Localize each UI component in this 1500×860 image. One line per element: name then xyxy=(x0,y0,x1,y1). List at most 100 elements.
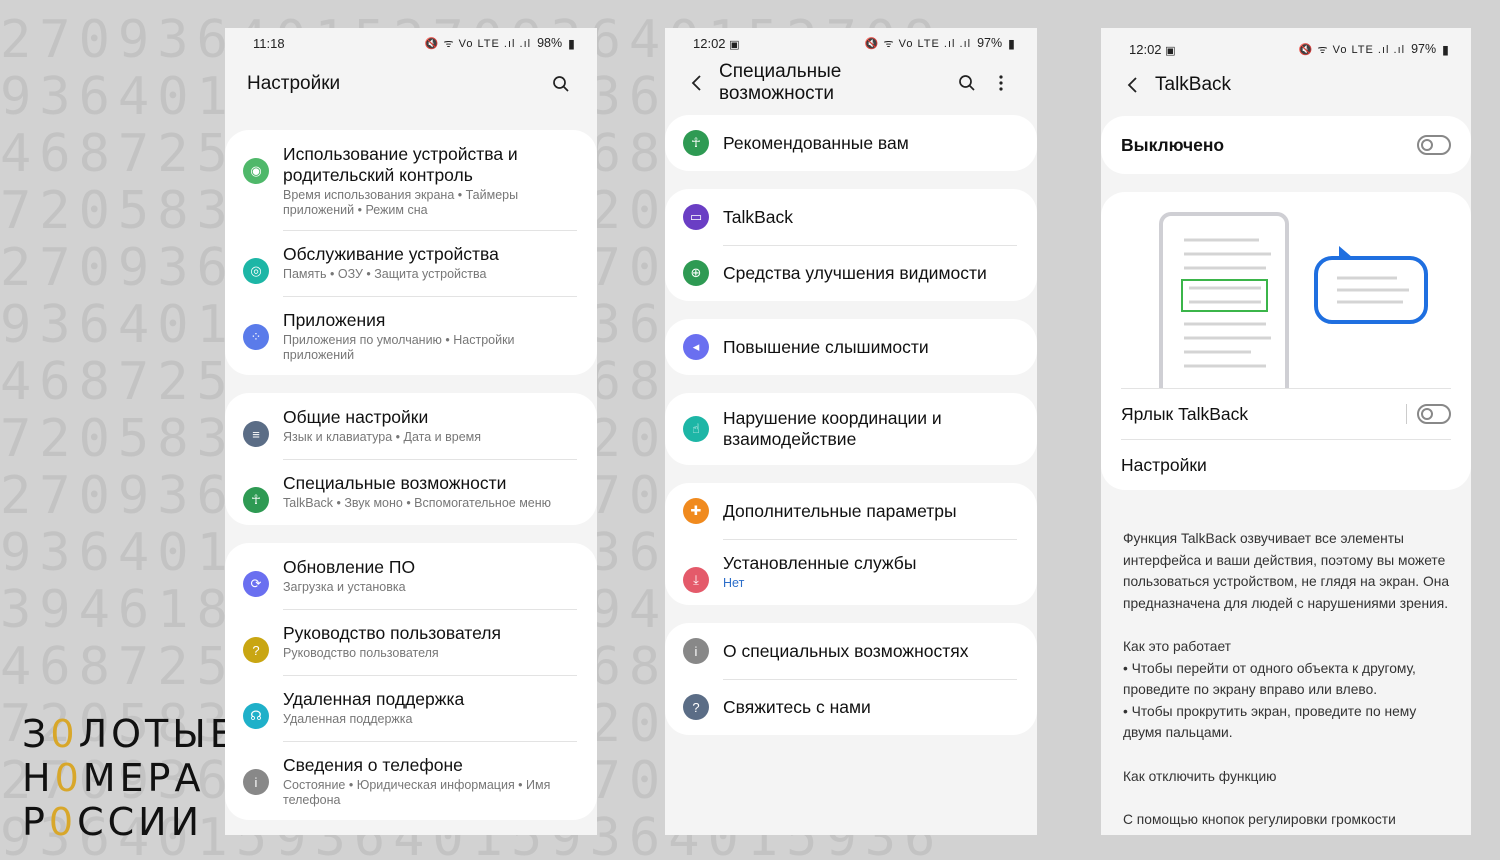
talkback-illustration xyxy=(1101,192,1471,406)
settings-item[interactable]: ⁘ Приложения Приложения по умолчанию • Нас… xyxy=(225,296,597,375)
settings-group: ≡ Общие настройки Язык и клавиатура • Дата… xyxy=(225,393,597,525)
recommended-icon: ☥ xyxy=(683,130,709,156)
settings-item[interactable]: ? Руководство пользователя Руководство пол… xyxy=(225,609,597,675)
item-subtitle: Время использования экрана • Таймеры при… xyxy=(283,188,519,217)
talkback-card: Ярлык TalkBack Настройки xyxy=(1101,192,1471,490)
settings-group: ☝ Нарушение координации и взаимодействие xyxy=(665,393,1037,465)
interaction-icon: ☝ xyxy=(683,416,709,442)
description-paragraph: Как отключить функцию xyxy=(1123,768,1277,784)
back-arrow-icon[interactable] xyxy=(1119,72,1145,98)
settings-item[interactable]: i О специальных возможностях xyxy=(665,623,1037,679)
item-title: Свяжитесь с нами xyxy=(723,696,871,717)
switch-label: Выключено xyxy=(1121,134,1225,155)
settings-item[interactable]: ◉ Использование устройства и родительский… xyxy=(225,130,597,230)
back-arrow-icon[interactable] xyxy=(683,70,709,96)
settings-item[interactable]: ⟳ Обновление ПО Загрузка и установка xyxy=(225,543,597,609)
settings-group: ▭ TalkBack ⊕ Средства улучшения видимости xyxy=(665,189,1037,301)
accessibility-icon: ☥ xyxy=(243,487,269,513)
about-icon: i xyxy=(683,638,709,664)
item-title: Повышение слышимости xyxy=(723,336,929,357)
talkback-screen: 12:02 ▣ 🔇 ᯤ Vo LTE .ıl .ıl 97% ▮ TalkBac… xyxy=(1101,28,1471,835)
item-title: TalkBack xyxy=(723,206,794,227)
item-title: Руководство пользователя xyxy=(283,623,501,643)
battery-level: 98% xyxy=(537,36,563,50)
settings-item[interactable]: ? Свяжитесь с нами xyxy=(665,679,1037,735)
settings-item[interactable]: ⤓ Установленные службы Нет xyxy=(665,539,1037,605)
battery-level: 97% xyxy=(977,36,1003,50)
page-title: Специальные возможности xyxy=(719,61,842,104)
settings-group: ☥ Рекомендованные вам xyxy=(665,115,1037,171)
item-title: Приложения xyxy=(283,310,386,330)
status-icons: 🔇 ᯤ Vo LTE .ıl .ıl xyxy=(1298,43,1406,56)
battery-icon: ▮ xyxy=(1008,36,1015,51)
settings-group: ◉ Использование устройства и родительский… xyxy=(225,130,597,375)
settings-item[interactable]: ⊕ Средства улучшения видимости xyxy=(665,245,1037,301)
item-subtitle: Язык и клавиатура • Дата и время xyxy=(283,430,482,444)
installed-services-icon: ⤓ xyxy=(683,567,709,593)
general-settings-icon: ≡ xyxy=(243,421,269,447)
item-subtitle: Загрузка и установка xyxy=(283,580,406,594)
item-title: Нарушение координации и взаимодействие xyxy=(723,408,942,449)
item-title: Специальные возможности xyxy=(283,473,507,493)
settings-item[interactable]: ✚ Дополнительные параметры xyxy=(665,483,1037,539)
item-subtitle: Состояние • Юридическая информация • Имя… xyxy=(283,778,551,807)
item-title: Установленные службы xyxy=(723,553,917,573)
talkback-settings-row[interactable]: Настройки xyxy=(1101,440,1471,490)
item-subtitle: Приложения по умолчанию • Настройки прил… xyxy=(283,333,515,362)
settings-item[interactable]: ◎ Обслуживание устройства Память • ОЗУ • З… xyxy=(225,230,597,296)
item-title: Общие настройки xyxy=(283,407,429,427)
contact-icon: ? xyxy=(683,694,709,720)
status-time: 12:02 xyxy=(693,35,726,51)
search-icon[interactable] xyxy=(547,70,575,98)
talkback-master-switch[interactable]: Выключено xyxy=(1101,116,1471,174)
settings-item[interactable]: ☥ Рекомендованные вам xyxy=(665,115,1037,171)
logo: З0ЛОТЫЕ Н0МЕРА Р0ССИИ xyxy=(22,712,238,844)
wellbeing-icon: ◉ xyxy=(243,158,269,184)
remote-support-icon: ☊ xyxy=(243,703,269,729)
more-options-icon[interactable] xyxy=(987,69,1015,97)
battery-icon: ▮ xyxy=(1442,42,1449,57)
search-icon[interactable] xyxy=(953,69,981,97)
talkback-toggle[interactable] xyxy=(1417,135,1451,155)
settings-label: Настройки xyxy=(1121,454,1207,475)
item-subtitle: Руководство пользователя xyxy=(283,646,439,660)
settings-item[interactable]: ◂ Повышение слышимости xyxy=(665,319,1037,375)
shortcut-toggle[interactable] xyxy=(1417,404,1451,424)
item-subtitle: Удаленная поддержка xyxy=(283,712,413,726)
settings-item[interactable]: ▭ TalkBack xyxy=(665,189,1037,245)
talkback-shortcut-row[interactable]: Ярлык TalkBack xyxy=(1101,389,1471,439)
item-title: Обслуживание устройства xyxy=(283,244,499,264)
divider xyxy=(1406,404,1407,424)
visibility-icon: ⊕ xyxy=(683,260,709,286)
status-bar: 12:02 ▣ 🔇 ᯤ Vo LTE .ıl .ıl 97% ▮ xyxy=(1101,28,1471,64)
item-title: Обновление ПО xyxy=(283,557,416,577)
image-notification-icon: ▣ xyxy=(729,38,740,51)
settings-item[interactable]: ☝ Нарушение координации и взаимодействие xyxy=(665,393,1037,465)
device-care-icon: ◎ xyxy=(243,258,269,284)
settings-group: ✚ Дополнительные параметры ⤓ Установленные … xyxy=(665,483,1037,605)
settings-item[interactable]: ☊ Удаленная поддержка Удаленная поддержка xyxy=(225,675,597,741)
item-title: Сведения о телефоне xyxy=(283,755,463,775)
settings-group: i О специальных возможностях? Свяжитесь с … xyxy=(665,623,1037,735)
hearing-icon: ◂ xyxy=(683,334,709,360)
status-bar: 11:18 🔇 ᯤ Vo LTE .ıl .ıl 98% ▮ xyxy=(225,28,597,58)
settings-item[interactable]: i Сведения о телефоне Состояние • Юридичес… xyxy=(225,741,597,820)
status-icons: 🔇 ᯤ Vo LTE .ıl .ıl xyxy=(424,37,532,50)
shortcut-label: Ярлык TalkBack xyxy=(1121,403,1249,424)
item-title: Удаленная поддержка xyxy=(283,689,465,709)
item-title: Использование устройства и родительский … xyxy=(283,144,518,185)
settings-group: ⟳ Обновление ПО Загрузка и установка? Руков… xyxy=(225,543,597,820)
accessibility-screen: 12:02 ▣ 🔇 ᯤ Vo LTE .ıl .ıl 97% ▮ Специал… xyxy=(665,28,1037,835)
status-time: 12:02 xyxy=(1129,41,1162,57)
settings-item[interactable]: ☥ Специальные возможности TalkBack • Звук … xyxy=(225,459,597,525)
item-title: Средства улучшения видимости xyxy=(723,262,987,283)
description-paragraph: С помощью кнопок регулировки громкости xyxy=(1123,812,1396,827)
settings-item[interactable]: ≡ Общие настройки Язык и клавиатура • Дата… xyxy=(225,393,597,459)
settings-screen: 11:18 🔇 ᯤ Vo LTE .ıl .ıl 98% ▮ Настройки… xyxy=(225,28,597,835)
item-subtitle: TalkBack • Звук моно • Вспомогательное м… xyxy=(283,496,552,510)
item-title: Дополнительные параметры xyxy=(723,500,957,521)
page-title: TalkBack xyxy=(1155,74,1232,95)
item-subtitle: Нет xyxy=(723,576,745,590)
advanced-settings-icon: ✚ xyxy=(683,498,709,524)
item-title: Рекомендованные вам xyxy=(723,132,909,153)
